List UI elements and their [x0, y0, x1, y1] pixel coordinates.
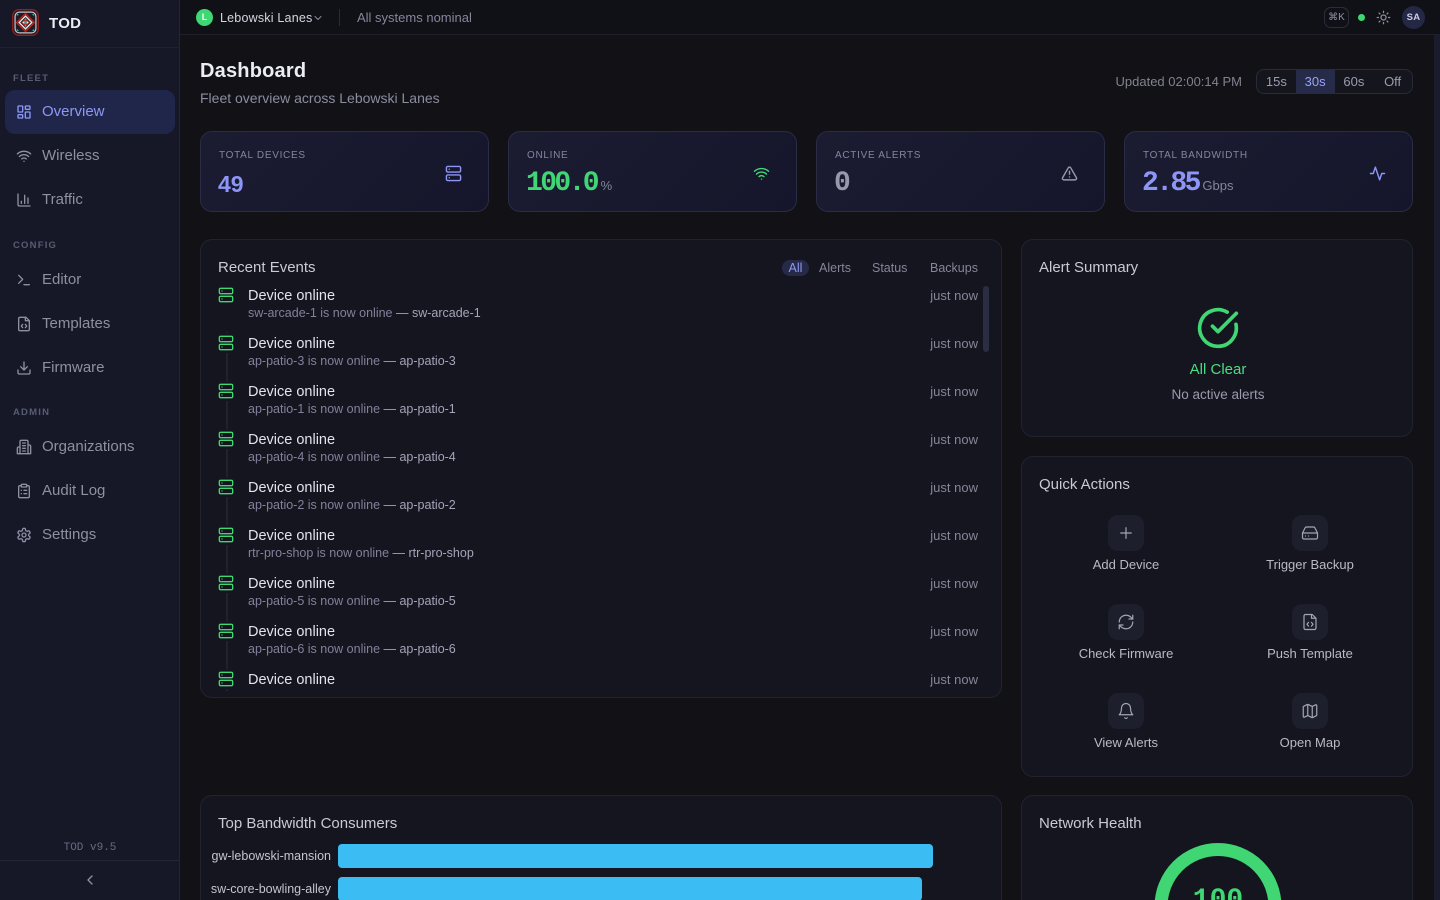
svg-text:100: 100 [1193, 885, 1243, 900]
